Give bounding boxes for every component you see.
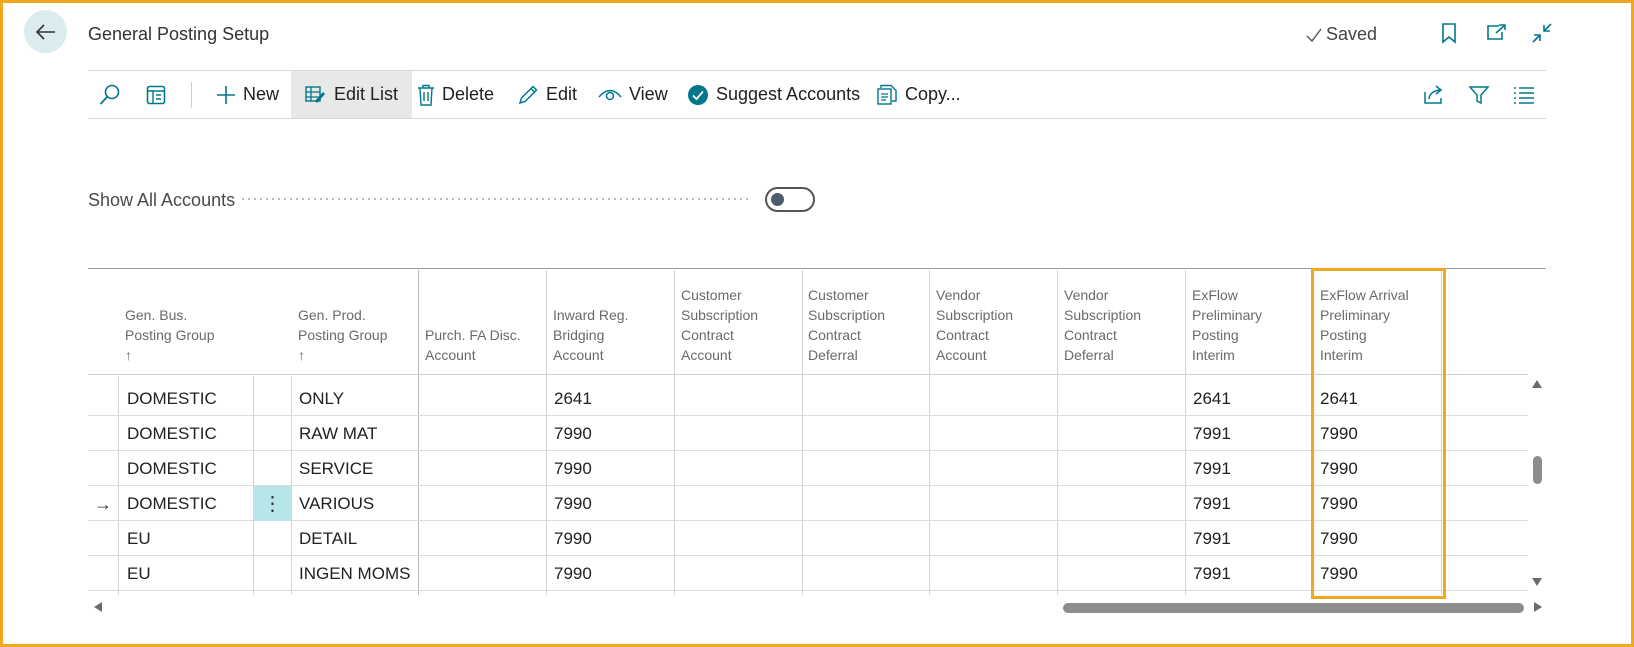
share-button[interactable]: [1422, 71, 1444, 118]
checkmark-icon: [1306, 28, 1322, 42]
open-new-window-button[interactable]: [1483, 20, 1509, 46]
list-view-button[interactable]: [1513, 71, 1535, 118]
action-bar: New Edit List Delete Edit View Suggest A…: [88, 70, 1546, 119]
search-icon: [99, 84, 120, 105]
edit-label: Edit: [546, 84, 578, 104]
scroll-left-arrow-icon[interactable]: [94, 602, 102, 612]
new-button[interactable]: New: [216, 71, 279, 118]
collapse-icon: [1532, 23, 1552, 43]
delete-label: Delete: [442, 84, 495, 104]
scroll-right-arrow-icon[interactable]: [1534, 602, 1542, 612]
current-row-arrow-icon: →: [94, 494, 112, 514]
edit-list-icon: [305, 85, 325, 103]
gen-bus-posting-group-cell[interactable]: EU: [127, 521, 151, 556]
vertical-scrollbar-thumb[interactable]: [1533, 456, 1542, 484]
horizontal-scrollbar-thumb[interactable]: [1063, 603, 1524, 613]
column-header-exflow-preliminary-posting-interim[interactable]: ExFlow Preliminary Posting Interim: [1192, 285, 1262, 365]
exflow-preliminary-posting-interim-cell[interactable]: 2641: [1193, 381, 1231, 416]
delete-button[interactable]: Delete: [417, 71, 494, 118]
toggle-knob: [771, 193, 784, 206]
check-circle-icon: [688, 84, 708, 105]
back-button[interactable]: [24, 10, 67, 53]
saved-status: Saved: [1305, 24, 1377, 45]
scroll-down-arrow-icon[interactable]: [1532, 578, 1542, 586]
bookmark-button[interactable]: [1436, 20, 1462, 46]
inward-reg-bridging-account-cell[interactable]: 7990: [554, 521, 592, 556]
gen-prod-posting-group-cell[interactable]: ONLY: [299, 381, 344, 416]
gen-bus-posting-group-cell[interactable]: DOMESTIC: [127, 451, 217, 486]
gen-prod-posting-group-cell[interactable]: SERVICE: [299, 451, 373, 486]
more-vertical-icon: ⋮: [262, 493, 283, 515]
gen-bus-posting-group-cell[interactable]: DOMESTIC: [127, 486, 217, 521]
page-title: General Posting Setup: [88, 24, 270, 44]
gen-bus-posting-group-cell[interactable]: DOMESTIC: [127, 381, 217, 416]
search-button[interactable]: [98, 71, 122, 118]
show-all-accounts-label: Show All Accounts: [88, 190, 236, 210]
filter-button[interactable]: [1468, 71, 1490, 118]
gen-prod-posting-group-cell[interactable]: RAW MAT: [299, 416, 377, 451]
gen-prod-posting-group-cell[interactable]: VARIOUS: [299, 486, 374, 521]
inward-reg-bridging-account-cell[interactable]: 7990: [554, 416, 592, 451]
eye-icon: [598, 89, 622, 100]
exflow-preliminary-posting-interim-cell[interactable]: 7991: [1193, 521, 1231, 556]
gen-bus-posting-group-cell[interactable]: EU: [127, 556, 151, 591]
sort-ascending-icon: ↑: [298, 347, 305, 363]
inward-reg-bridging-account-cell[interactable]: 2641: [554, 381, 592, 416]
collapse-button[interactable]: [1529, 20, 1555, 46]
filter-pane-icon: [146, 85, 166, 104]
share-icon: [1424, 84, 1443, 104]
saved-label: Saved: [1326, 24, 1378, 44]
copy-button[interactable]: Copy...: [876, 71, 961, 118]
filter-pane-button[interactable]: [145, 71, 167, 118]
column-header-customer-subscription-contract-deferral[interactable]: Customer Subscription Contract Deferral: [808, 285, 885, 365]
plus-icon: [217, 85, 235, 104]
column-header-customer-subscription-contract-account[interactable]: Customer Subscription Contract Account: [681, 285, 758, 365]
scroll-up-arrow-icon[interactable]: [1532, 380, 1542, 388]
exflow-preliminary-posting-interim-cell[interactable]: 7991: [1193, 486, 1231, 521]
view-label: View: [629, 84, 668, 104]
column-header-inward-reg-bridging-account[interactable]: Inward Reg. Bridging Account: [553, 305, 628, 365]
copy-label: Copy...: [905, 84, 961, 104]
exflow-preliminary-posting-interim-cell[interactable]: 7991: [1193, 416, 1231, 451]
new-label: New: [243, 84, 280, 104]
dotted-leader: [240, 198, 752, 200]
suggest-accounts-button[interactable]: Suggest Accounts: [687, 71, 860, 118]
view-button[interactable]: View: [598, 71, 668, 118]
column-header-gen-bus-posting-group[interactable]: Gen. Bus. Posting Group ↑: [125, 305, 215, 365]
gen-bus-posting-group-cell[interactable]: DOMESTIC: [127, 416, 217, 451]
highlighted-column-box: [1311, 268, 1446, 599]
gen-prod-posting-group-cell[interactable]: INGEN MOMS: [299, 556, 410, 591]
edit-list-label: Edit List: [334, 84, 399, 104]
toolbar-separator: [191, 82, 192, 108]
copy-document-icon: [877, 84, 897, 105]
column-header-vendor-subscription-contract-deferral[interactable]: Vendor Subscription Contract Deferral: [1064, 285, 1141, 365]
pencil-icon: [518, 84, 538, 104]
row-actions-menu-button[interactable]: ⋮: [254, 486, 291, 521]
suggest-accounts-label: Suggest Accounts: [716, 84, 861, 104]
inward-reg-bridging-account-cell[interactable]: 7990: [554, 556, 592, 591]
column-header-purch-fa-disc-account[interactable]: Purch. FA Disc. Account: [425, 325, 521, 365]
column-header-vendor-subscription-contract-account[interactable]: Vendor Subscription Contract Account: [936, 285, 1013, 365]
trash-icon: [418, 84, 434, 106]
sort-ascending-icon: ↑: [125, 347, 132, 363]
column-header-gen-prod-posting-group[interactable]: Gen. Prod. Posting Group ↑: [298, 305, 388, 365]
exflow-preliminary-posting-interim-cell[interactable]: 7991: [1193, 556, 1231, 591]
open-new-window-icon: [1487, 24, 1506, 40]
show-all-accounts-toggle[interactable]: [765, 187, 815, 212]
gen-prod-posting-group-cell[interactable]: DETAIL: [299, 521, 357, 556]
edit-button[interactable]: Edit: [517, 71, 577, 118]
edit-list-button[interactable]: Edit List: [291, 71, 413, 118]
inward-reg-bridging-account-cell[interactable]: 7990: [554, 451, 592, 486]
bookmark-icon: [1442, 23, 1456, 44]
filter-icon: [1468, 85, 1490, 104]
inward-reg-bridging-account-cell[interactable]: 7990: [554, 486, 592, 521]
back-arrow-icon: [35, 23, 55, 40]
exflow-preliminary-posting-interim-cell[interactable]: 7991: [1193, 451, 1231, 486]
list-icon: [1514, 86, 1534, 104]
